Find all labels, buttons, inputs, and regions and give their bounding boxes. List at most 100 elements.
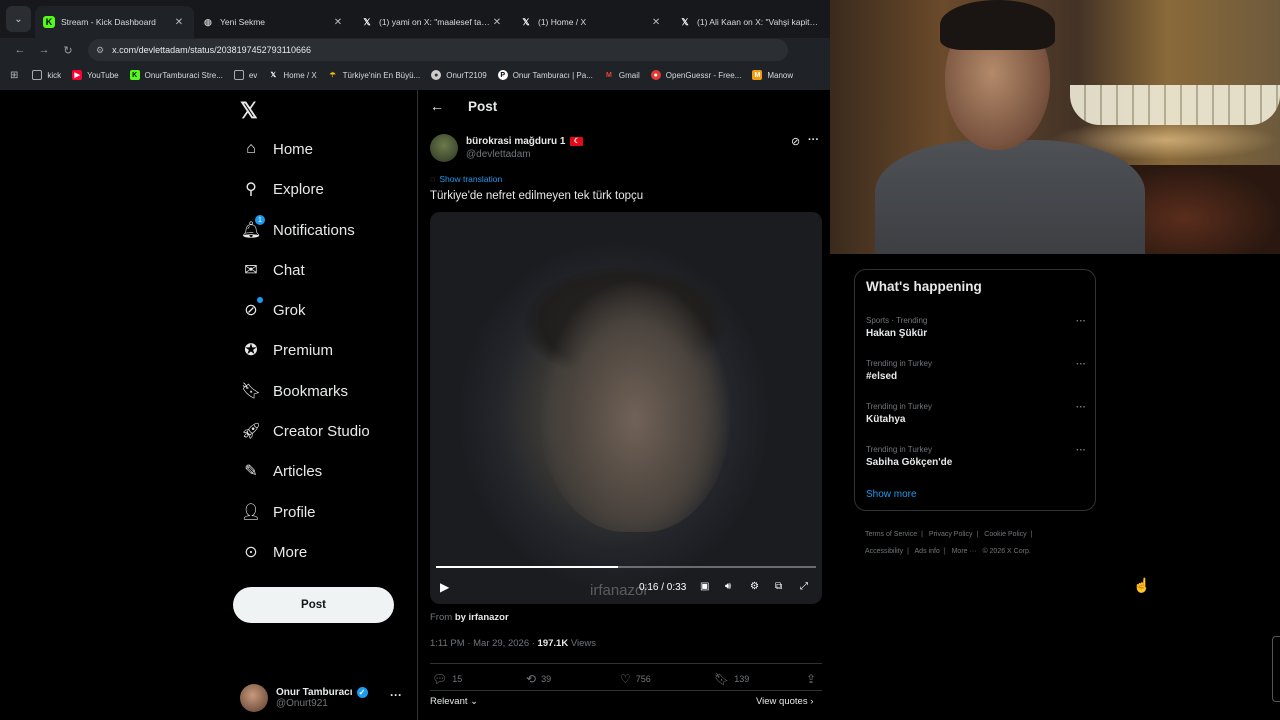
chevron-down-icon: ⌄ bbox=[470, 696, 479, 707]
bookmark-ev[interactable]: ev bbox=[233, 70, 257, 80]
webcam-overlay bbox=[830, 0, 1280, 254]
more-dots-icon[interactable]: ··· bbox=[390, 688, 402, 702]
tab-kick-dashboard[interactable]: K Stream - Kick Dashboard ✕ bbox=[34, 6, 194, 38]
nav-profile[interactable]: 👤︎ Profile bbox=[240, 492, 316, 532]
video-player[interactable]: irfanazor ▶ 0:16 / 0:33 ▣ 🔊︎ ⚙ ⧉ ⤢ bbox=[430, 212, 822, 604]
translate-icon: ◌ bbox=[430, 174, 436, 184]
footer-cookie-link[interactable]: Cookie Policy bbox=[984, 531, 1026, 538]
bookmark-openguessr[interactable]: ● OpenGuessr - Free... bbox=[650, 70, 741, 80]
nav-creator-studio[interactable]: 🚀︎ Creator Studio bbox=[240, 411, 370, 451]
tab-title: Yeni Sekme bbox=[219, 17, 266, 27]
bookmark-onurt2109[interactable]: ● OnurT2109 bbox=[431, 70, 487, 80]
trend-item[interactable]: Trending in Turkey #elsed ··· bbox=[866, 359, 1086, 382]
post-actions: 💬︎ 15 ⟲ 39 ♡ 756 🔖︎ 139 ⇪ bbox=[430, 672, 822, 690]
tab-yami-post[interactable]: 𝕏 (1) yami on X: "maalesef taylan... ✕ bbox=[353, 6, 512, 38]
share-button[interactable]: ⇪ bbox=[806, 672, 821, 686]
post-timestamp[interactable]: 1:11 PM · Mar 29, 2026 · bbox=[430, 638, 535, 649]
post-button[interactable]: Post bbox=[233, 587, 394, 623]
view-quotes-link[interactable]: View quotes › bbox=[756, 696, 813, 707]
post-more-icon[interactable]: ··· bbox=[808, 134, 819, 146]
grok-explain-icon[interactable]: ⊘ bbox=[791, 135, 800, 148]
back-icon[interactable]: ← bbox=[8, 44, 32, 56]
bookmark-gmail[interactable]: M Gmail bbox=[604, 70, 640, 80]
nav-bookmarks[interactable]: 🔖︎ Bookmarks bbox=[240, 371, 348, 411]
nav-articles[interactable]: ✎ Articles bbox=[240, 451, 322, 491]
trend-item[interactable]: Trending in Turkey Kütahya ··· bbox=[866, 402, 1086, 425]
nav-home[interactable]: ⌂ Home bbox=[240, 129, 313, 169]
from-prefix: From bbox=[430, 612, 453, 623]
tab-title: Stream - Kick Dashboard bbox=[60, 17, 156, 27]
apps-icon[interactable]: ⊞ bbox=[10, 70, 18, 81]
picture-in-picture-icon[interactable]: ⧉ bbox=[775, 581, 782, 592]
bookmark-turkiye[interactable]: ☂ Türkiye'nin En Büyü... bbox=[328, 70, 421, 80]
tab-home-x[interactable]: 𝕏 (1) Home / X ✕ bbox=[512, 6, 671, 38]
captions-icon[interactable]: ▣ bbox=[700, 581, 709, 592]
footer-terms-link[interactable]: Terms of Service bbox=[865, 531, 917, 538]
trend-item[interactable]: Trending in Turkey Sabiha Gökçen'de ··· bbox=[866, 445, 1086, 468]
tab-new-tab[interactable]: ◍ Yeni Sekme ✕ bbox=[194, 6, 353, 38]
account-handle: @Onurt921 bbox=[276, 698, 328, 709]
show-more-link[interactable]: Show more bbox=[866, 489, 917, 500]
trend-more-icon[interactable]: ··· bbox=[1076, 402, 1086, 413]
footer-accessibility-link[interactable]: Accessibility bbox=[865, 548, 903, 555]
article-icon: ✎ bbox=[244, 463, 258, 480]
nav-notifications[interactable]: 🔔︎ 1 Notifications bbox=[240, 210, 355, 250]
close-tab-icon[interactable]: ✕ bbox=[172, 17, 186, 28]
bookmark-label: Türkiye'nin En Büyü... bbox=[342, 70, 421, 80]
reply-button[interactable]: 💬︎ 15 bbox=[432, 672, 462, 686]
video-timecode: 0:16 / 0:33 bbox=[639, 582, 687, 593]
reply-sort-dropdown[interactable]: Relevant ⌄ bbox=[430, 696, 478, 707]
post-author[interactable]: bürokrasi mağduru 1 ☾ @devlettadam bbox=[430, 134, 584, 162]
reload-icon[interactable]: ↻ bbox=[56, 44, 80, 57]
nav-more[interactable]: ⊙ More bbox=[240, 532, 307, 572]
mail-icon: ✉ bbox=[244, 262, 258, 279]
bookmark-onurtamburaci-stream[interactable]: K OnurTamburaci Stre... bbox=[129, 70, 223, 80]
settings-icon[interactable]: ⚙ bbox=[750, 581, 759, 592]
footer-ads-info-link[interactable]: Ads info bbox=[915, 548, 940, 555]
page-title: Post bbox=[468, 99, 498, 114]
nav-chat[interactable]: ✉ Chat bbox=[240, 250, 304, 290]
trend-more-icon[interactable]: ··· bbox=[1076, 445, 1086, 456]
views-label: Views bbox=[570, 638, 596, 649]
trend-more-icon[interactable]: ··· bbox=[1076, 316, 1086, 327]
account-switcher[interactable]: Onur Tamburacı ✓ @Onurt921 ··· bbox=[240, 680, 410, 716]
footer-privacy-link[interactable]: Privacy Policy bbox=[929, 531, 973, 538]
bookmark-youtube[interactable]: ▶ YouTube bbox=[72, 70, 119, 80]
tab-search-button[interactable]: ⌄ bbox=[6, 6, 31, 32]
trend-item[interactable]: Sports · Trending Hakan Şükür ··· bbox=[866, 316, 1086, 339]
nav-explore[interactable]: ⚲ Explore bbox=[240, 169, 324, 209]
nav-grok[interactable]: ⊘ Grok bbox=[240, 290, 306, 330]
repost-button[interactable]: ⟲ 39 bbox=[526, 672, 551, 686]
tab-ali-kaan-post[interactable]: 𝕏 (1) Ali Kaan on X: "Vahşi kapitalizm bbox=[671, 6, 830, 38]
x-logo-icon[interactable]: 𝕏 bbox=[240, 98, 258, 124]
account-name-row: Onur Tamburacı ✓ bbox=[276, 687, 368, 698]
show-translation-link[interactable]: ◌ Show translation bbox=[430, 174, 502, 184]
url-text: x.com/devlettadam/status/203819745279311… bbox=[112, 45, 312, 55]
author-handle[interactable]: @devlettadam bbox=[466, 149, 583, 160]
fullscreen-icon[interactable]: ⤢ bbox=[800, 581, 808, 592]
forward-icon[interactable]: → bbox=[32, 44, 56, 56]
url-input[interactable]: ⚙ x.com/devlettadam/status/2038197452793… bbox=[88, 39, 788, 61]
close-tab-icon[interactable]: ✕ bbox=[331, 17, 345, 28]
bookmarks-bar: ⊞ kick ▶ YouTube K OnurTamburaci Stre... e… bbox=[0, 64, 830, 86]
bookmark-button[interactable]: 🔖︎ 139 bbox=[714, 672, 749, 686]
close-tab-icon[interactable]: ✕ bbox=[490, 17, 504, 28]
site-settings-icon[interactable]: ⚙ bbox=[96, 45, 104, 56]
bookmark-home-x[interactable]: 𝕏 Home / X bbox=[268, 70, 316, 80]
back-arrow-icon[interactable]: ← bbox=[430, 98, 444, 114]
from-source-link[interactable]: by irfanazor bbox=[455, 612, 509, 623]
nav-label: Articles bbox=[273, 462, 323, 480]
author-name[interactable]: bürokrasi mağduru 1 bbox=[466, 136, 565, 147]
like-button[interactable]: ♡ 756 bbox=[620, 672, 651, 686]
volume-icon[interactable]: 🔊︎ bbox=[725, 581, 731, 592]
close-tab-icon[interactable]: ✕ bbox=[649, 17, 663, 28]
nav-premium[interactable]: ✪ Premium bbox=[240, 330, 333, 370]
author-avatar[interactable] bbox=[430, 134, 458, 162]
video-progress-bar[interactable] bbox=[436, 566, 816, 568]
bookmark-manow[interactable]: M Manow bbox=[752, 70, 793, 80]
bookmark-onur-pa[interactable]: P Onur Tamburacı | Pa... bbox=[497, 70, 593, 80]
trend-more-icon[interactable]: ··· bbox=[1076, 359, 1086, 370]
bookmark-kick[interactable]: kick bbox=[32, 70, 61, 80]
footer-more-link[interactable]: More ··· bbox=[952, 548, 977, 555]
play-icon[interactable]: ▶ bbox=[440, 580, 449, 594]
